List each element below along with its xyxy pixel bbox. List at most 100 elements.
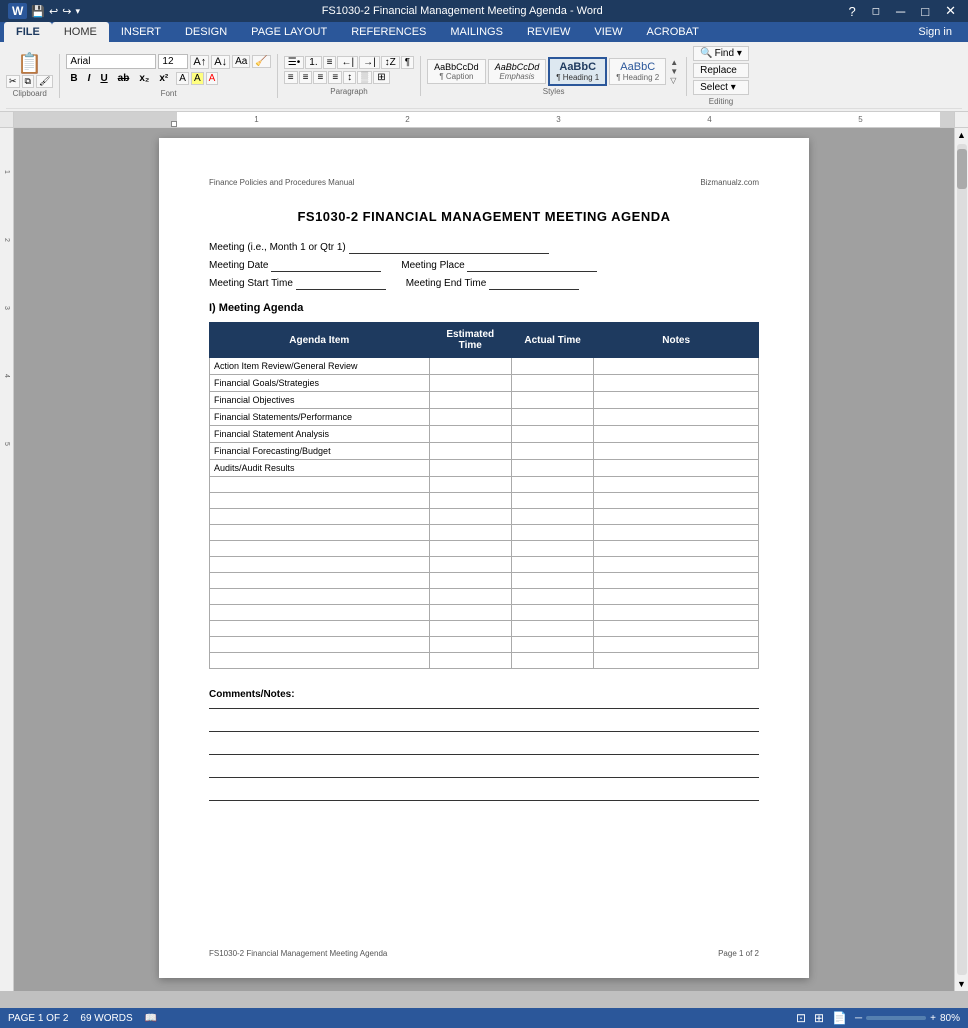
tab-acrobat[interactable]: ACROBAT [634,22,710,42]
table-cell-2-0[interactable]: Financial Objectives [210,392,430,409]
table-cell-6-1[interactable] [429,460,511,477]
table-cell-8-3[interactable] [594,493,759,509]
table-cell-6-2[interactable] [511,460,593,477]
tab-design[interactable]: DESIGN [173,22,239,42]
table-cell-9-2[interactable] [511,509,593,525]
table-cell-9-1[interactable] [429,509,511,525]
style-heading1[interactable]: AaBbC ¶ Heading 1 [548,57,607,86]
quick-access-undo[interactable]: ↩ [49,5,58,18]
table-cell-0-1[interactable] [429,358,511,375]
table-cell-12-0[interactable] [210,557,430,573]
border-button[interactable]: ⊞ [373,71,389,84]
table-cell-5-0[interactable]: Financial Forecasting/Budget [210,443,430,460]
table-cell-12-3[interactable] [594,557,759,573]
font-size-input[interactable] [158,54,188,69]
table-cell-17-2[interactable] [511,637,593,653]
close-button[interactable]: ✕ [941,3,960,19]
numbering-button[interactable]: 1. [305,56,321,69]
table-cell-14-2[interactable] [511,589,593,605]
table-cell-5-1[interactable] [429,443,511,460]
help-button[interactable]: ? [844,4,859,19]
clear-formatting-button[interactable]: 🧹 [252,55,270,68]
cut-button[interactable]: ✂ [6,75,20,88]
table-cell-10-3[interactable] [594,525,759,541]
table-cell-17-3[interactable] [594,637,759,653]
table-cell-10-0[interactable] [210,525,430,541]
increase-indent-button[interactable]: →| [359,56,380,69]
table-cell-13-0[interactable] [210,573,430,589]
table-cell-2-2[interactable] [511,392,593,409]
tab-view[interactable]: VIEW [582,22,634,42]
table-cell-3-3[interactable] [594,409,759,426]
table-cell-2-1[interactable] [429,392,511,409]
style-heading2[interactable]: AaBbC ¶ Heading 2 [609,58,666,85]
line-spacing-button[interactable]: ↕ [343,71,356,84]
table-cell-15-0[interactable] [210,605,430,621]
italic-button[interactable]: I [84,71,95,86]
replace-button[interactable]: Replace [693,63,749,78]
styles-more-button[interactable]: ▲▼▽ [668,58,680,85]
minimize-button[interactable]: ─ [892,4,909,19]
align-left-button[interactable]: ≡ [284,71,298,84]
table-cell-12-2[interactable] [511,557,593,573]
style-emphasis[interactable]: AaBbCcDd Emphasis [488,59,547,84]
table-cell-7-0[interactable] [210,477,430,493]
table-cell-5-2[interactable] [511,443,593,460]
table-cell-18-2[interactable] [511,653,593,669]
table-cell-4-1[interactable] [429,426,511,443]
table-cell-16-1[interactable] [429,621,511,637]
table-cell-5-3[interactable] [594,443,759,460]
table-cell-0-0[interactable]: Action Item Review/General Review [210,358,430,375]
table-cell-8-2[interactable] [511,493,593,509]
table-cell-14-3[interactable] [594,589,759,605]
align-right-button[interactable]: ≡ [313,71,327,84]
find-button[interactable]: 🔍 Find ▾ [693,46,749,61]
table-cell-18-0[interactable] [210,653,430,669]
meeting-start-value[interactable] [296,278,386,290]
decrease-indent-button[interactable]: ←| [337,56,358,69]
grow-font-button[interactable]: A↑ [190,55,209,69]
table-cell-1-0[interactable]: Financial Goals/Strategies [210,375,430,392]
align-center-button[interactable]: ≡ [299,71,313,84]
tab-insert[interactable]: INSERT [109,22,173,42]
tab-mailings[interactable]: MAILINGS [438,22,515,42]
format-painter-button[interactable]: 🖌 [36,75,53,88]
meeting-value[interactable] [349,242,549,254]
scroll-area[interactable]: Finance Policies and Procedures Manual B… [14,128,954,991]
table-cell-8-1[interactable] [429,493,511,509]
table-cell-1-2[interactable] [511,375,593,392]
style-caption[interactable]: AaBbCcDd ¶ Caption [427,59,486,84]
proofing-icon[interactable]: 📖 [145,1013,157,1024]
strikethrough-button[interactable]: ab [114,71,134,86]
table-cell-3-2[interactable] [511,409,593,426]
tab-home[interactable]: HOME [52,22,109,42]
table-cell-1-1[interactable] [429,375,511,392]
table-cell-16-2[interactable] [511,621,593,637]
table-cell-0-2[interactable] [511,358,593,375]
table-cell-16-3[interactable] [594,621,759,637]
copy-button[interactable]: ⧉ [22,75,34,88]
table-cell-6-0[interactable]: Audits/Audit Results [210,460,430,477]
table-cell-11-1[interactable] [429,541,511,557]
change-case-button[interactable]: Aa [232,55,250,68]
maximize-button[interactable]: □ [917,4,933,19]
subscript-button[interactable]: x₂ [135,71,153,86]
table-cell-9-3[interactable] [594,509,759,525]
table-cell-14-0[interactable] [210,589,430,605]
paste-button[interactable]: 📋 [17,54,42,74]
right-scrollbar[interactable]: ▲ ▼ [954,128,968,991]
table-cell-11-0[interactable] [210,541,430,557]
view-web-button[interactable]: ⊞ [814,1011,824,1025]
table-cell-13-1[interactable] [429,573,511,589]
tab-file[interactable]: FILE [4,22,52,42]
font-name-input[interactable] [66,54,156,69]
table-cell-2-3[interactable] [594,392,759,409]
table-cell-7-2[interactable] [511,477,593,493]
table-cell-13-3[interactable] [594,573,759,589]
table-cell-0-3[interactable] [594,358,759,375]
table-cell-18-3[interactable] [594,653,759,669]
table-cell-11-2[interactable] [511,541,593,557]
zoom-in-button[interactable]: + [930,1013,936,1024]
tab-page-layout[interactable]: PAGE LAYOUT [239,22,339,42]
shading-button[interactable]: ▒ [357,71,372,84]
